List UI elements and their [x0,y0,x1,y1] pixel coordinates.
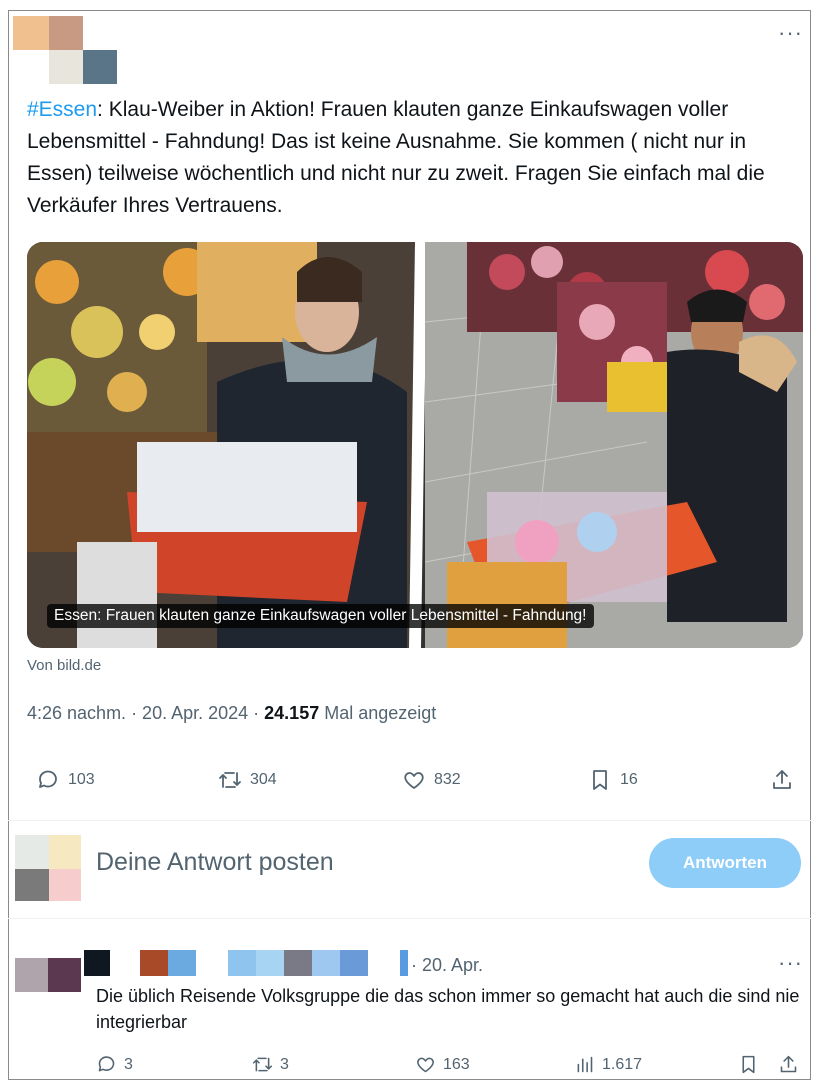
heart-icon [417,1057,434,1073]
media-photo [27,242,803,648]
reply-like-count: 163 [443,1055,470,1073]
like-count: 832 [434,771,461,788]
views-count: 24.157 [264,703,320,723]
reply-like-button[interactable]: 163 [415,1054,470,1075]
media-caption: Essen: Frauen klauten ganze Einkaufswage… [47,604,594,628]
reply-date[interactable]: · 20. Apr. [411,955,483,976]
reply-count: 103 [68,771,95,788]
hashtag-link[interactable]: #Essen [27,98,97,121]
reply-views-button[interactable]: 1.617 [574,1054,642,1075]
share-button[interactable] [770,768,794,792]
reply-more-icon[interactable]: ··· [778,952,803,974]
source-link[interactable]: Von bild.de [27,657,101,674]
reply-submit-button[interactable]: Antworten [649,838,801,888]
reply-reply-button[interactable]: 3 [96,1054,133,1075]
bookmark-icon [742,1055,755,1074]
bookmark-count: 16 [620,771,638,788]
tweet-body: : Klau-Weiber in Aktion! Frauen klauten … [27,98,765,217]
reply-text: Die üblich Reisende Volksgruppe die das … [96,986,800,1032]
timestamp-row: 4:26 nachm. · 20. Apr. 2024 · 24.157 Mal… [27,703,436,724]
share-icon [773,770,791,789]
reply-input[interactable]: Deine Antwort posten [96,848,334,877]
divider [8,820,811,821]
tweet-actions: 103 304 832 16 [0,766,819,800]
reply-repost-count: 3 [280,1055,289,1073]
reply-icon [39,770,57,788]
repost-icon [219,772,241,788]
repost-count: 304 [250,771,277,788]
repost-button[interactable]: 304 [218,768,277,792]
views-label: Mal angezeigt [319,703,437,723]
reply-repost-button[interactable]: 3 [252,1054,289,1075]
divider [8,918,811,919]
reply-bookmark-button[interactable] [738,1054,759,1075]
repost-icon [252,1057,273,1072]
like-button[interactable]: 832 [402,768,461,792]
more-icon[interactable]: ··· [778,22,803,44]
analytics-icon [577,1056,593,1073]
tweet-media[interactable]: Essen: Frauen klauten ganze Einkaufswage… [27,242,803,648]
heart-icon [404,772,424,789]
timestamp[interactable]: 4:26 nachm. · 20. Apr. 2024 · [27,703,264,723]
bookmark-button[interactable]: 16 [588,768,638,792]
tweet-text: #Essen: Klau-Weiber in Aktion! Frauen kl… [27,94,797,222]
bookmark-icon [593,770,607,790]
reply-icon [98,1056,115,1072]
reply-share-button[interactable] [778,1054,799,1075]
reply-button[interactable]: 103 [36,768,95,792]
reply-actions: 3 3 163 1.617 [0,1052,819,1078]
reply-views-count: 1.617 [602,1055,643,1073]
share-icon [780,1055,797,1073]
reply-reply-count: 3 [124,1055,133,1073]
